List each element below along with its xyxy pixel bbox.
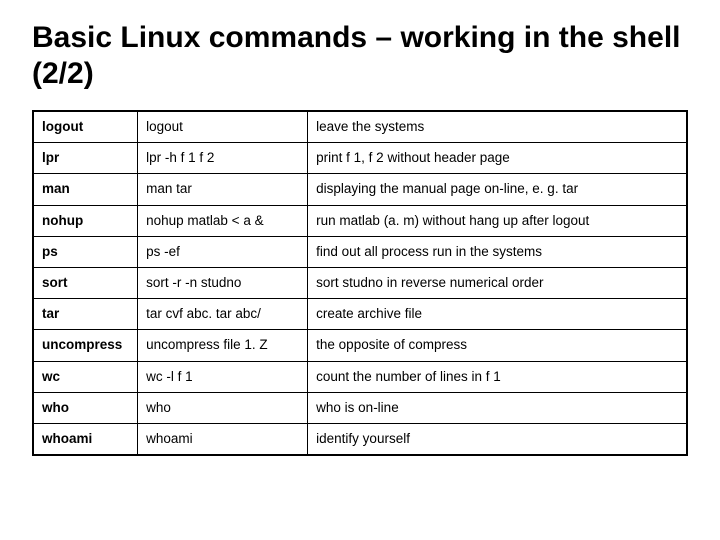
cmd-cell: lpr [33, 143, 138, 174]
table-row: uncompressuncompress file 1. Zthe opposi… [33, 330, 687, 361]
desc-cell: who is on-line [308, 392, 687, 423]
desc-cell: sort studno in reverse numerical order [308, 267, 687, 298]
example-cell: ps -ef [138, 236, 308, 267]
desc-cell: find out all process run in the systems [308, 236, 687, 267]
table-row: lprlpr -h f 1 f 2print f 1, f 2 without … [33, 143, 687, 174]
cmd-cell: man [33, 174, 138, 205]
commands-table: logoutlogoutleave the systems lprlpr -h … [32, 110, 688, 456]
table-row: whowhowho is on-line [33, 392, 687, 423]
cmd-cell: uncompress [33, 330, 138, 361]
table-row: nohupnohup matlab < a &run matlab (a. m)… [33, 205, 687, 236]
desc-cell: displaying the manual page on-line, e. g… [308, 174, 687, 205]
table-row: sortsort -r -n studnosort studno in reve… [33, 267, 687, 298]
cmd-cell: wc [33, 361, 138, 392]
table-row: logoutlogoutleave the systems [33, 111, 687, 143]
cmd-cell: who [33, 392, 138, 423]
cmd-cell: logout [33, 111, 138, 143]
commands-table-body: logoutlogoutleave the systems lprlpr -h … [33, 111, 687, 455]
example-cell: who [138, 392, 308, 423]
example-cell: lpr -h f 1 f 2 [138, 143, 308, 174]
cmd-cell: whoami [33, 423, 138, 455]
example-cell: nohup matlab < a & [138, 205, 308, 236]
table-row: tartar cvf abc. tar abc/create archive f… [33, 299, 687, 330]
table-row: wcwc -l f 1count the number of lines in … [33, 361, 687, 392]
desc-cell: the opposite of compress [308, 330, 687, 361]
example-cell: man tar [138, 174, 308, 205]
desc-cell: run matlab (a. m) without hang up after … [308, 205, 687, 236]
example-cell: wc -l f 1 [138, 361, 308, 392]
example-cell: logout [138, 111, 308, 143]
cmd-cell: tar [33, 299, 138, 330]
page-title: Basic Linux commands – working in the sh… [32, 20, 688, 92]
desc-cell: leave the systems [308, 111, 687, 143]
example-cell: whoami [138, 423, 308, 455]
table-row: manman tardisplaying the manual page on-… [33, 174, 687, 205]
example-cell: sort -r -n studno [138, 267, 308, 298]
example-cell: tar cvf abc. tar abc/ [138, 299, 308, 330]
cmd-cell: ps [33, 236, 138, 267]
desc-cell: create archive file [308, 299, 687, 330]
table-row: whoamiwhoamiidentify yourself [33, 423, 687, 455]
desc-cell: identify yourself [308, 423, 687, 455]
cmd-cell: sort [33, 267, 138, 298]
desc-cell: print f 1, f 2 without header page [308, 143, 687, 174]
desc-cell: count the number of lines in f 1 [308, 361, 687, 392]
example-cell: uncompress file 1. Z [138, 330, 308, 361]
table-row: psps -effind out all process run in the … [33, 236, 687, 267]
cmd-cell: nohup [33, 205, 138, 236]
